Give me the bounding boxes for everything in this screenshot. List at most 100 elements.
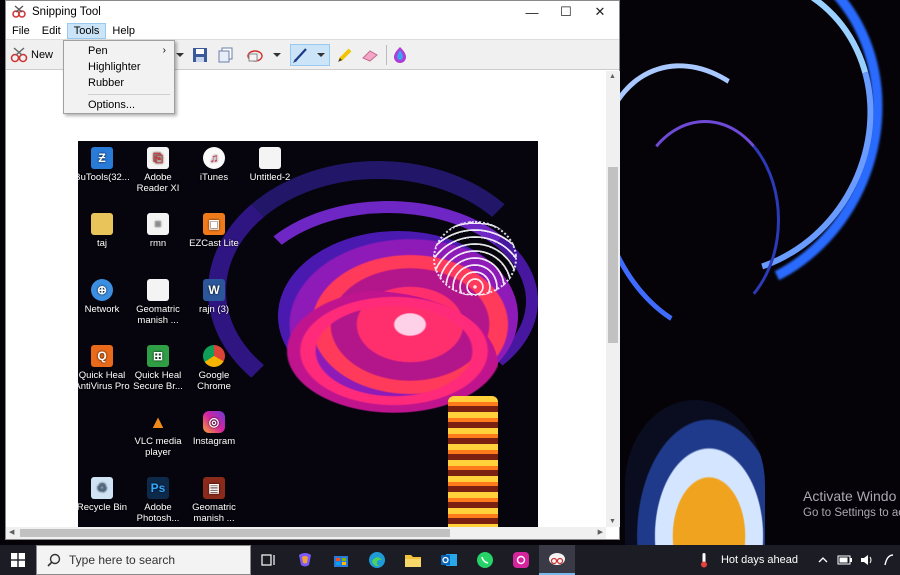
icon-label: VLC media player (134, 436, 182, 458)
desktop-icon: taj (78, 213, 130, 249)
maximize-button[interactable]: ☐ (549, 1, 583, 23)
title-bar[interactable]: Snipping Tool — ☐ ✕ (6, 1, 619, 23)
vlc-icon: ▲ (149, 411, 167, 432)
desktop-icon: Q Quick Heal AntiVirus Pro (78, 345, 130, 392)
scroll-left-icon[interactable]: ◀ (9, 528, 14, 536)
wallpaper-ferris-wheel (625, 400, 765, 545)
network-icon: ⊕ (91, 279, 113, 301)
highlighter-button[interactable] (336, 44, 354, 66)
menu-edit[interactable]: Edit (36, 24, 67, 38)
task-view-button[interactable] (251, 545, 287, 575)
start-button[interactable] (0, 545, 36, 575)
icon-label: Instagram (192, 436, 236, 447)
send-snip-button[interactable] (246, 44, 264, 66)
captured-snip-image[interactable]: Ƶ BuTools(32... ⎘ Adobe Reader XI ♫ iTun… (78, 141, 538, 527)
window-title: Snipping Tool (32, 6, 101, 18)
scroll-up-icon[interactable]: ▲ (609, 73, 616, 80)
folder-icon (91, 213, 113, 235)
photoshop-icon: Ps (147, 477, 169, 499)
taskbar-instagram[interactable] (503, 545, 539, 575)
scroll-down-icon[interactable]: ▼ (609, 518, 616, 525)
paint-3d-icon (394, 47, 406, 63)
horizontal-scrollbar[interactable]: ◀ ▶ (6, 527, 606, 539)
icon-label: rajn (3) (198, 304, 230, 315)
taskbar-file-explorer[interactable] (395, 545, 431, 575)
weather-thermometer-icon[interactable] (696, 552, 712, 568)
desktop-icon: ⎘ Adobe Reader XI (130, 147, 186, 194)
icon-label: Quick Heal Secure Br... (133, 370, 183, 392)
snipping-tool-icon (549, 553, 565, 565)
system-tray: Hot days ahead (693, 545, 900, 575)
desktop-icon: Untitled-2 (242, 147, 298, 183)
activate-windows-watermark: Activate Windo Go to Settings to ac (803, 488, 900, 519)
copy-button[interactable] (218, 44, 234, 66)
pen-menu-icon[interactable] (881, 552, 897, 568)
desktop-icon: ≡ rmn (130, 213, 186, 249)
taskbar-copilot[interactable] (287, 545, 323, 575)
taskbar-outlook[interactable] (431, 545, 467, 575)
quick-heal-icon: Q (91, 345, 113, 367)
battery-icon[interactable] (837, 552, 853, 568)
chevron-down-icon[interactable] (176, 44, 184, 66)
toolbar-separator (386, 45, 387, 65)
chevron-up-icon[interactable] (815, 552, 831, 568)
task-view-icon (261, 554, 275, 566)
text-file-icon: ≡ (147, 213, 169, 235)
chevron-down-icon[interactable] (273, 44, 281, 66)
minimize-button[interactable]: — (515, 1, 549, 23)
menu-tools[interactable]: Tools (66, 23, 107, 39)
search-icon (47, 553, 61, 567)
pdf-file-icon: ⎘ (147, 147, 169, 169)
menu-file[interactable]: File (6, 24, 36, 38)
menu-help[interactable]: Help (106, 24, 141, 38)
desktop-icon: Google Chrome (186, 345, 242, 392)
speaker-icon[interactable] (859, 552, 875, 568)
menu-item-highlighter[interactable]: Highlighter (64, 59, 174, 75)
word-document-icon: W (203, 279, 225, 301)
icon-label: Geomatric manish ... (136, 304, 180, 326)
scissors-icon (10, 47, 28, 63)
menu-separator (88, 94, 170, 95)
desktop-icon: ♫ iTunes (186, 147, 242, 183)
vertical-scroll-thumb[interactable] (608, 167, 618, 343)
taskbar-microsoft-store[interactable] (323, 545, 359, 575)
desktop-icon: Geomatric manish ... (130, 279, 186, 326)
whatsapp-icon (477, 552, 493, 568)
taskbar-snipping-tool[interactable] (539, 545, 575, 575)
menu-item-pen[interactable]: Pen › (64, 43, 174, 59)
pen-icon (293, 48, 307, 63)
search-placeholder: Type here to search (69, 553, 176, 567)
taskbar-whatsapp[interactable] (467, 545, 503, 575)
menu-item-rubber[interactable]: Rubber (64, 75, 174, 91)
new-snip-button[interactable]: New (10, 44, 53, 66)
chevron-down-icon (317, 53, 325, 57)
icon-label: Google Chrome (197, 370, 231, 392)
icon-label: taj (96, 238, 108, 249)
windows-logo-icon (11, 553, 25, 567)
rubber-button[interactable] (360, 44, 380, 66)
horizontal-scroll-thumb[interactable] (20, 529, 450, 537)
highlighter-icon (338, 48, 352, 62)
snip-canvas[interactable]: Ƶ BuTools(32... ⎘ Adobe Reader XI ♫ iTun… (6, 71, 606, 527)
close-button[interactable]: ✕ (583, 1, 617, 23)
weather-text[interactable]: Hot days ahead (721, 554, 798, 566)
desktop-icon: ▣ EZCast Lite (186, 213, 242, 249)
menu-item-options[interactable]: Options... (64, 97, 174, 113)
taskbar-search-box[interactable]: Type here to search (36, 545, 251, 575)
eraser-icon (362, 50, 378, 62)
store-icon (334, 556, 348, 567)
paint-3d-button[interactable] (392, 44, 408, 66)
ezcast-icon: ▣ (203, 213, 225, 235)
snipping-tool-icon (12, 5, 26, 18)
vertical-scrollbar[interactable]: ▲ ▼ (606, 71, 620, 527)
save-snip-button[interactable] (192, 44, 208, 66)
icon-label: Adobe Photosh... (136, 502, 180, 524)
menu-bar: File Edit Tools Help (6, 23, 619, 39)
icon-label: Untitled-2 (249, 172, 291, 183)
pen-tool-button[interactable] (290, 44, 330, 66)
scroll-right-icon[interactable]: ▶ (598, 528, 603, 536)
snip-carousel-tower (448, 396, 498, 527)
desktop-icon: ▤ Geomatric manish ... (186, 477, 242, 524)
taskbar-edge[interactable] (359, 545, 395, 575)
submenu-arrow-icon: › (162, 45, 166, 56)
